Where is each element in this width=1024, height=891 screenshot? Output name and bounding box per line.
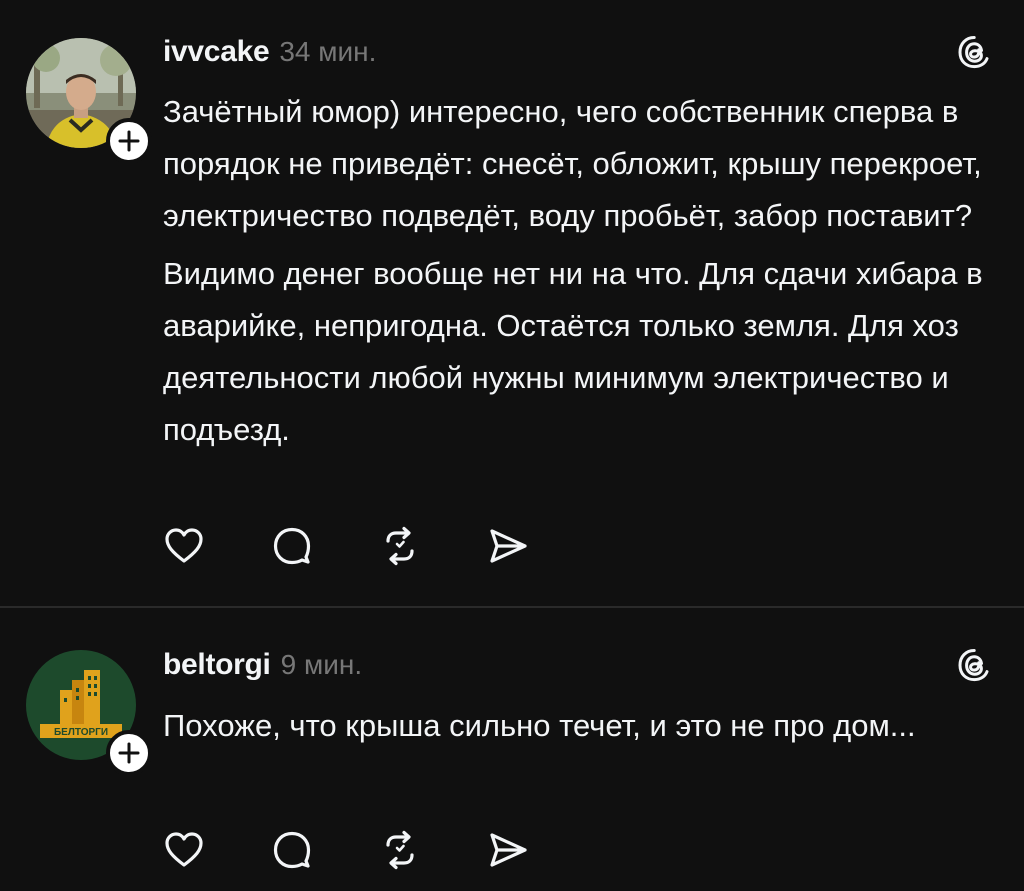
repost-button[interactable] [376, 826, 424, 874]
share-button[interactable] [484, 522, 532, 570]
plus-icon [118, 742, 140, 764]
username[interactable]: beltorgi [163, 648, 271, 682]
post-time: 9 мин. [280, 649, 363, 680]
threads-logo-icon[interactable] [954, 32, 994, 72]
post-header: ivvcake 34 мин. [163, 32, 994, 72]
share-icon [490, 529, 527, 563]
username[interactable]: ivvcake [163, 35, 270, 69]
comment-icon [273, 527, 311, 565]
follow-plus-button[interactable] [106, 118, 152, 164]
avatar-wrapper [26, 38, 152, 164]
post-body: Зачётный юмор) интересно, чего собственн… [163, 86, 993, 456]
post-paragraph: Зачётный юмор) интересно, чего собственн… [163, 94, 982, 233]
like-button[interactable] [160, 826, 208, 874]
beltorgi-logo-text: БЕЛТОРГИ [54, 727, 108, 738]
post-paragraph: Похоже, что крыша сильно течет, и это не… [163, 708, 916, 743]
repost-icon [386, 526, 414, 566]
like-button[interactable] [160, 522, 208, 570]
avatar-wrapper: БЕЛТОРГИ [26, 650, 152, 776]
post-header: beltorgi 9 мин. [163, 645, 994, 685]
plus-icon [118, 130, 140, 152]
heart-icon [165, 528, 203, 563]
share-button[interactable] [484, 826, 532, 874]
post-body: Похоже, что крыша сильно течет, и это не… [163, 700, 993, 752]
post-paragraph: Видимо денег вообще нет ни на что. Для с… [163, 256, 983, 447]
threads-logo-icon[interactable] [954, 645, 994, 685]
repost-icon [386, 830, 414, 870]
share-icon [490, 833, 527, 867]
post-actions [160, 522, 592, 570]
comment-icon [273, 831, 311, 869]
post-actions [160, 826, 592, 874]
comment-button[interactable] [268, 826, 316, 874]
post-beltorgi: БЕЛТОРГИ beltorgi 9 мин. Похоже, что кры… [0, 608, 1024, 891]
repost-button[interactable] [376, 522, 424, 570]
post-ivvcake: ivvcake 34 мин. Зачётный юмор) интересно… [0, 0, 1024, 606]
follow-plus-button[interactable] [106, 730, 152, 776]
comment-button[interactable] [268, 522, 316, 570]
post-time: 34 мин. [279, 36, 377, 67]
heart-icon [165, 832, 203, 867]
